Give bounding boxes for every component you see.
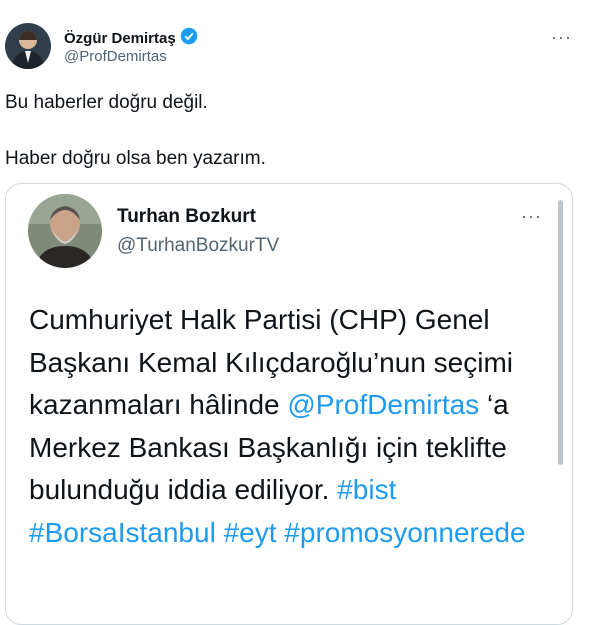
hashtag-link[interactable]: #eyt	[224, 517, 277, 548]
quoted-tweet-card[interactable]: Turhan Bozkurt @TurhanBozkurTV ··· Cumhu…	[5, 183, 573, 625]
quoted-tweet-text: Cumhuriyet Halk Partisi (CHP) Genel Başk…	[29, 299, 564, 554]
author-name-text: Özgür Demirtaş	[64, 29, 176, 47]
quoted-author-handle[interactable]: @TurhanBozkurTV	[117, 235, 279, 257]
quoted-author-avatar[interactable]	[28, 194, 102, 268]
more-icon[interactable]: ···	[551, 27, 572, 48]
author-handle[interactable]: @ProfDemirtas	[64, 48, 167, 65]
tweet-text-line-2: Haber doğru olsa ben yazarım.	[5, 148, 266, 169]
hashtag-link[interactable]: #BorsaIstanbul	[29, 517, 216, 548]
quoted-more-icon[interactable]: ···	[521, 206, 542, 227]
author-name[interactable]: Özgür Demirtaş	[64, 27, 198, 49]
hashtag-link[interactable]: #bist	[337, 474, 396, 505]
verified-badge-icon	[180, 27, 198, 49]
quoted-author-name[interactable]: Turhan Bozkurt	[117, 206, 256, 228]
tweet-text-line-1: Bu haberler doğru değil.	[5, 92, 208, 113]
scrollbar[interactable]	[558, 200, 563, 465]
mention-link[interactable]: @ProfDemirtas	[287, 389, 479, 420]
author-avatar[interactable]	[5, 23, 51, 69]
hashtag-link[interactable]: #promosyonnerede	[284, 517, 525, 548]
